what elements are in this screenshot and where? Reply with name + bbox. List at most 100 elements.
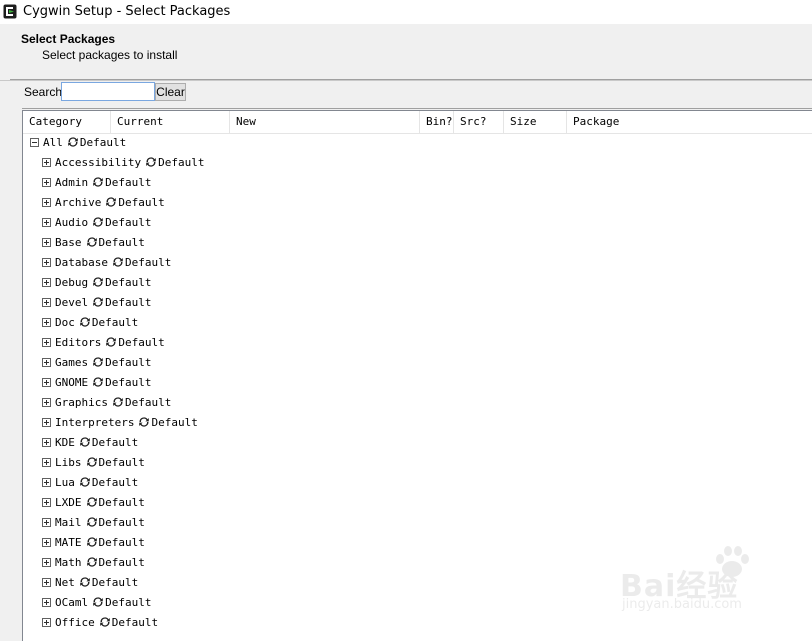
- tree-row-action[interactable]: Default: [118, 336, 164, 349]
- cycle-arrows-icon[interactable]: [67, 136, 79, 148]
- expand-icon[interactable]: [42, 157, 51, 167]
- column-header-src[interactable]: Src?: [454, 111, 504, 133]
- cycle-arrows-icon[interactable]: [79, 476, 91, 488]
- tree-row-action[interactable]: Default: [105, 216, 151, 229]
- expand-icon[interactable]: [42, 237, 51, 247]
- tree-row-action[interactable]: Default: [99, 236, 145, 249]
- expand-icon[interactable]: [42, 197, 51, 207]
- tree-row-action[interactable]: Default: [105, 276, 151, 289]
- tree-row-action[interactable]: Default: [105, 596, 151, 609]
- tree-row-category[interactable]: Base Default: [23, 233, 812, 253]
- expand-icon[interactable]: [42, 457, 51, 467]
- cycle-arrows-icon[interactable]: [92, 216, 104, 228]
- column-header-category[interactable]: Category: [23, 111, 111, 133]
- tree-row-category[interactable]: Audio Default: [23, 213, 812, 233]
- cycle-arrows-icon[interactable]: [138, 416, 150, 428]
- tree-row-action[interactable]: Default: [99, 536, 145, 549]
- tree-row-category[interactable]: Mail Default: [23, 513, 812, 533]
- cycle-arrows-icon[interactable]: [99, 616, 111, 628]
- expand-icon[interactable]: [42, 397, 51, 407]
- tree-row-category[interactable]: Libs Default: [23, 453, 812, 473]
- cycle-arrows-icon[interactable]: [112, 256, 124, 268]
- tree-row-action[interactable]: Default: [92, 436, 138, 449]
- search-input[interactable]: [61, 82, 155, 101]
- cycle-arrows-icon[interactable]: [86, 516, 98, 528]
- tree-row-category[interactable]: GNOME Default: [23, 373, 812, 393]
- column-header-current[interactable]: Current: [111, 111, 230, 133]
- cycle-arrows-icon[interactable]: [105, 196, 117, 208]
- column-header-new[interactable]: New: [230, 111, 420, 133]
- tree-row-action[interactable]: Default: [99, 496, 145, 509]
- column-header-bin[interactable]: Bin?: [420, 111, 454, 133]
- clear-button[interactable]: Clear: [155, 83, 186, 101]
- tree-row-category[interactable]: Database Default: [23, 253, 812, 273]
- cycle-arrows-icon[interactable]: [92, 296, 104, 308]
- expand-icon[interactable]: [42, 617, 51, 627]
- collapse-icon[interactable]: [30, 137, 39, 147]
- tree-row-category[interactable]: LXDE Default: [23, 493, 812, 513]
- tree-row-category[interactable]: Archive Default: [23, 193, 812, 213]
- tree-row-action[interactable]: Default: [99, 456, 145, 469]
- expand-icon[interactable]: [42, 517, 51, 527]
- tree-row-category[interactable]: Games Default: [23, 353, 812, 373]
- cycle-arrows-icon[interactable]: [86, 556, 98, 568]
- tree-row-all[interactable]: All Default: [23, 133, 812, 153]
- cycle-arrows-icon[interactable]: [92, 376, 104, 388]
- cycle-arrows-icon[interactable]: [86, 236, 98, 248]
- expand-icon[interactable]: [42, 377, 51, 387]
- tree-row-category[interactable]: Accessibility Default: [23, 153, 812, 173]
- tree-row-category[interactable]: KDE Default: [23, 433, 812, 453]
- cycle-arrows-icon[interactable]: [86, 496, 98, 508]
- expand-icon[interactable]: [42, 437, 51, 447]
- expand-icon[interactable]: [42, 497, 51, 507]
- tree-row-action[interactable]: Default: [105, 356, 151, 369]
- tree-row-action[interactable]: Default: [92, 476, 138, 489]
- tree-row-action[interactable]: Default: [158, 156, 204, 169]
- tree-row-action[interactable]: Default: [151, 416, 197, 429]
- tree-row-category[interactable]: Interpreters Default: [23, 413, 812, 433]
- tree-row-action[interactable]: Default: [92, 316, 138, 329]
- expand-icon[interactable]: [42, 177, 51, 187]
- tree-row-action[interactable]: Default: [112, 616, 158, 629]
- cycle-arrows-icon[interactable]: [105, 336, 117, 348]
- expand-icon[interactable]: [42, 297, 51, 307]
- cycle-arrows-icon[interactable]: [79, 436, 91, 448]
- tree-row-action[interactable]: Default: [125, 396, 171, 409]
- expand-icon[interactable]: [42, 417, 51, 427]
- expand-icon[interactable]: [42, 557, 51, 567]
- tree-row-action[interactable]: Default: [105, 376, 151, 389]
- tree-row-category[interactable]: Editors Default: [23, 333, 812, 353]
- cycle-arrows-icon[interactable]: [112, 396, 124, 408]
- tree-row-category[interactable]: Doc Default: [23, 313, 812, 333]
- column-header-size[interactable]: Size: [504, 111, 567, 133]
- tree-row-category[interactable]: Graphics Default: [23, 393, 812, 413]
- cycle-arrows-icon[interactable]: [92, 356, 104, 368]
- expand-icon[interactable]: [42, 597, 51, 607]
- tree-row-action[interactable]: Default: [105, 296, 151, 309]
- expand-icon[interactable]: [42, 217, 51, 227]
- cycle-arrows-icon[interactable]: [92, 596, 104, 608]
- cycle-arrows-icon[interactable]: [79, 316, 91, 328]
- cycle-arrows-icon[interactable]: [86, 536, 98, 548]
- cycle-arrows-icon[interactable]: [86, 456, 98, 468]
- cycle-arrows-icon[interactable]: [92, 176, 104, 188]
- tree-row-action[interactable]: Default: [105, 176, 151, 189]
- cycle-arrows-icon[interactable]: [79, 576, 91, 588]
- tree-row-category[interactable]: Devel Default: [23, 293, 812, 313]
- tree-row-action[interactable]: Default: [80, 136, 126, 149]
- expand-icon[interactable]: [42, 357, 51, 367]
- tree-row-category[interactable]: Debug Default: [23, 273, 812, 293]
- tree-row-action[interactable]: Default: [125, 256, 171, 269]
- expand-icon[interactable]: [42, 337, 51, 347]
- cycle-arrows-icon[interactable]: [145, 156, 157, 168]
- expand-icon[interactable]: [42, 277, 51, 287]
- column-header-package[interactable]: Package: [567, 111, 812, 133]
- tree-row-category[interactable]: Admin Default: [23, 173, 812, 193]
- tree-row-action[interactable]: Default: [118, 196, 164, 209]
- expand-icon[interactable]: [42, 257, 51, 267]
- tree-row-category[interactable]: Lua Default: [23, 473, 812, 493]
- expand-icon[interactable]: [42, 577, 51, 587]
- expand-icon[interactable]: [42, 477, 51, 487]
- tree-row-action[interactable]: Default: [92, 576, 138, 589]
- tree-row-action[interactable]: Default: [99, 556, 145, 569]
